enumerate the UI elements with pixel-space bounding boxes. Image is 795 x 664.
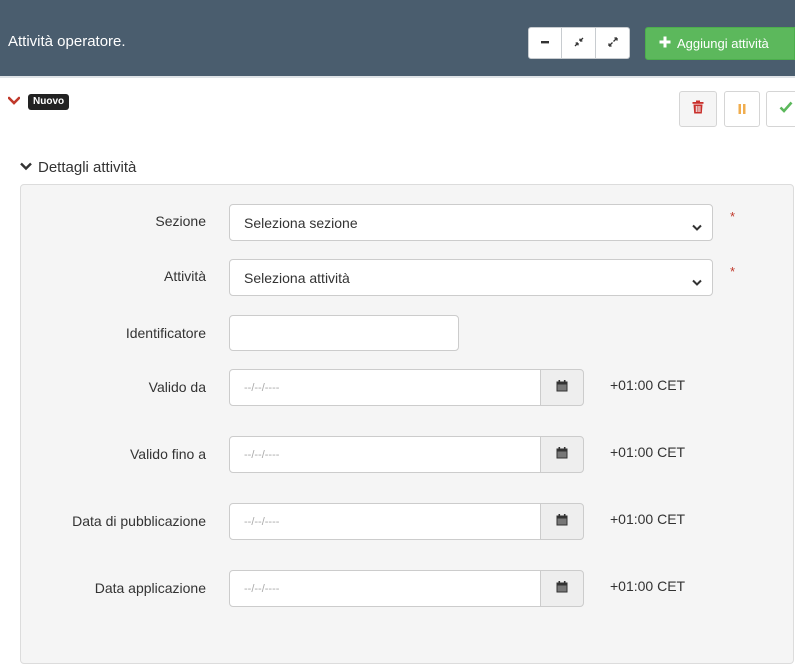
valido-da-calendar-button[interactable] bbox=[540, 369, 584, 406]
plus-icon bbox=[659, 36, 671, 52]
data-applicazione-input[interactable]: --/--/---- bbox=[229, 570, 541, 607]
required-mark: * bbox=[730, 209, 736, 224]
sezione-select-value: Seleziona sezione bbox=[244, 214, 358, 231]
delete-button[interactable] bbox=[679, 91, 717, 127]
data-pubblicazione-calendar-button[interactable] bbox=[540, 503, 584, 540]
sezione-label: Sezione bbox=[155, 213, 206, 229]
pause-icon bbox=[738, 102, 746, 117]
window-controls bbox=[528, 27, 630, 59]
compress-button[interactable] bbox=[562, 27, 596, 59]
data-pubblicazione-timezone: +01:00 CET bbox=[610, 511, 686, 527]
confirm-button[interactable] bbox=[766, 91, 795, 127]
data-applicazione-calendar-button[interactable] bbox=[540, 570, 584, 607]
valido-fino-a-timezone: +01:00 CET bbox=[610, 444, 686, 460]
data-applicazione-label: Data applicazione bbox=[94, 580, 206, 596]
valido-fino-a-label: Valido fino a bbox=[129, 446, 206, 462]
valido-da-timezone: +01:00 CET bbox=[610, 377, 686, 393]
status-badge: Nuovo bbox=[28, 94, 70, 110]
check-icon bbox=[779, 100, 793, 118]
required-mark: * bbox=[730, 264, 736, 279]
pause-button[interactable] bbox=[724, 91, 760, 127]
attivita-label: Attività bbox=[163, 268, 206, 284]
attivita-select-value: Seleziona attività bbox=[244, 269, 350, 286]
minimize-button[interactable] bbox=[528, 27, 562, 59]
data-pubblicazione-input[interactable]: --/--/---- bbox=[229, 503, 541, 540]
valido-fino-a-input[interactable]: --/--/---- bbox=[229, 436, 541, 473]
header-divider bbox=[0, 76, 795, 78]
compress-icon bbox=[574, 36, 584, 50]
data-pubblicazione-label: Data di pubblicazione bbox=[72, 513, 206, 529]
calendar-icon bbox=[556, 580, 568, 598]
identificatore-label: Identificatore bbox=[125, 325, 206, 341]
calendar-icon bbox=[556, 379, 568, 397]
expand-button[interactable] bbox=[596, 27, 630, 59]
page-title: Attività operatore. bbox=[8, 33, 126, 50]
attivita-select[interactable]: Seleziona attività bbox=[229, 259, 713, 296]
sezione-select[interactable]: Seleziona sezione bbox=[229, 204, 713, 241]
add-activity-button[interactable]: Aggiungi attività bbox=[645, 27, 795, 60]
trash-icon bbox=[692, 100, 704, 119]
valido-fino-a-calendar-button[interactable] bbox=[540, 436, 584, 473]
add-activity-label: Aggiungi attività bbox=[677, 36, 769, 51]
chevron-down-icon bbox=[692, 219, 702, 235]
identificatore-input[interactable] bbox=[229, 315, 459, 351]
chevron-down-icon bbox=[20, 162, 32, 174]
data-applicazione-timezone: +01:00 CET bbox=[610, 578, 686, 594]
minus-icon bbox=[540, 36, 550, 50]
chevron-down-icon bbox=[692, 274, 702, 290]
calendar-icon bbox=[556, 513, 568, 531]
valido-da-input[interactable]: --/--/---- bbox=[229, 369, 541, 406]
collapse-record-icon[interactable] bbox=[7, 93, 21, 111]
valido-da-label: Valido da bbox=[148, 379, 206, 395]
expand-icon bbox=[607, 36, 618, 50]
calendar-icon bbox=[556, 446, 568, 464]
section-title: Dettagli attività bbox=[38, 159, 137, 176]
section-toggle[interactable]: Dettagli attività bbox=[20, 159, 136, 176]
